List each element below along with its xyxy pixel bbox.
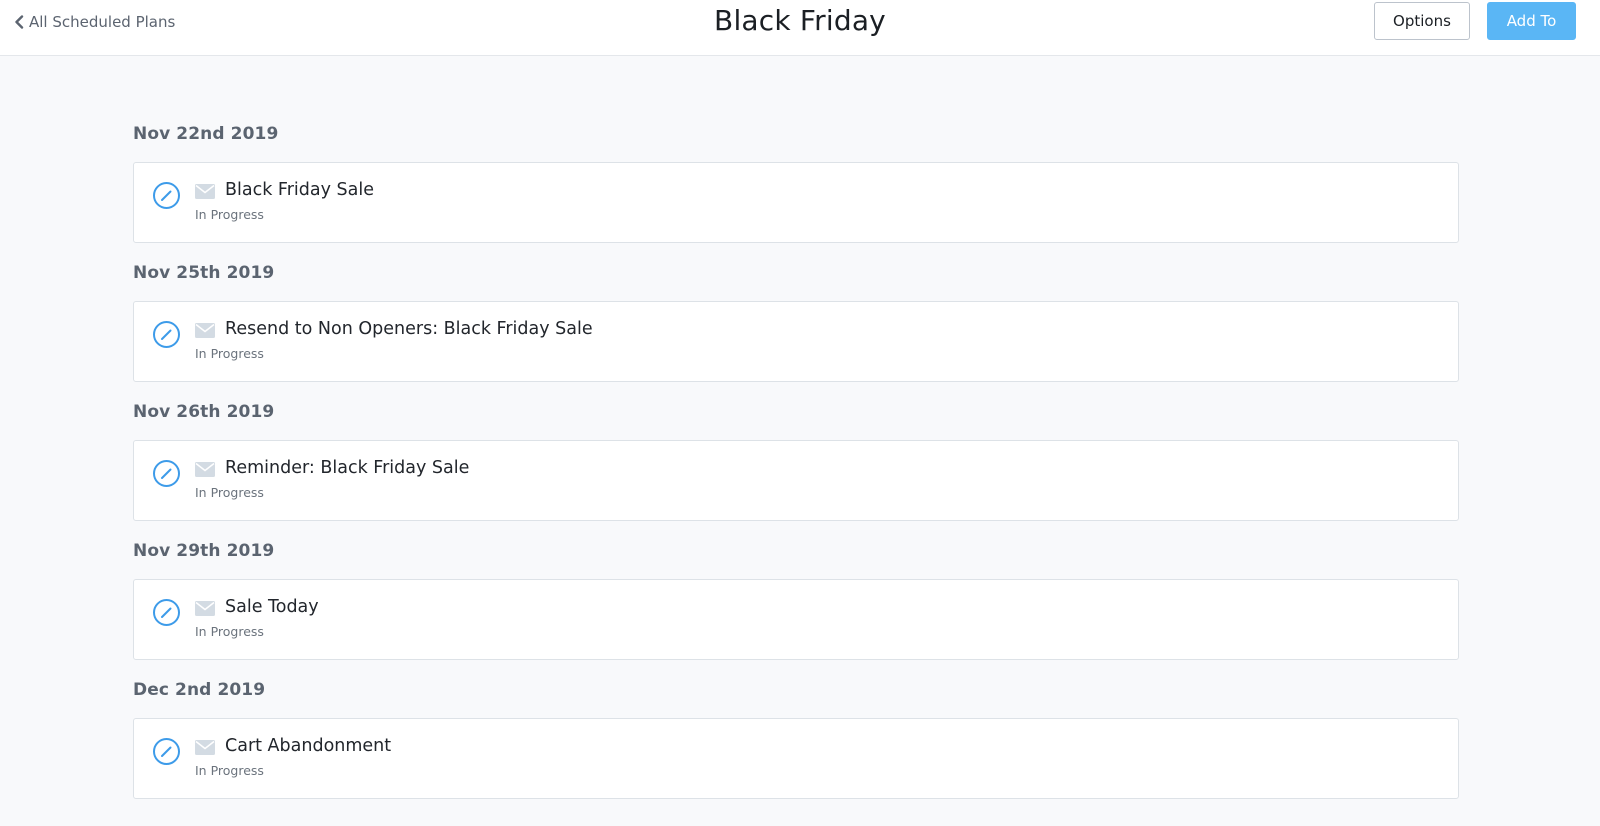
date-heading: Nov 26th 2019: [133, 402, 275, 422]
chevron-left-icon: [14, 15, 24, 29]
plan-title: Resend to Non Openers: Black Friday Sale: [225, 319, 593, 339]
top-bar: All Scheduled Plans Black Friday Options…: [0, 0, 1600, 56]
envelope-icon: [195, 462, 215, 477]
plan-status: In Progress: [195, 346, 264, 361]
plan-card[interactable]: Black Friday Sale In Progress: [133, 162, 1459, 243]
plan-title: Sale Today: [225, 597, 319, 617]
plan-card[interactable]: Sale Today In Progress: [133, 579, 1459, 660]
date-group: Nov 29th 2019 Sale Today In Progress: [133, 541, 1459, 660]
plan-status: In Progress: [195, 485, 264, 500]
plan-status: In Progress: [195, 624, 264, 639]
envelope-icon: [195, 740, 215, 755]
date-group: Nov 25th 2019 Resend to Non Openers: Bla…: [133, 263, 1459, 382]
plan-card[interactable]: Resend to Non Openers: Black Friday Sale…: [133, 301, 1459, 382]
add-to-button[interactable]: Add To: [1487, 2, 1576, 40]
date-heading: Nov 22nd 2019: [133, 124, 279, 144]
back-link-label: All Scheduled Plans: [29, 13, 176, 31]
date-group: Nov 26th 2019 Reminder: Black Friday Sal…: [133, 402, 1459, 521]
plan-title: Reminder: Black Friday Sale: [225, 458, 470, 478]
date-group: Dec 2nd 2019 Cart Abandonment In Progres…: [133, 680, 1459, 799]
edit-icon[interactable]: [152, 181, 181, 210]
options-button[interactable]: Options: [1374, 2, 1470, 40]
plan-status: In Progress: [195, 207, 264, 222]
envelope-icon: [195, 184, 215, 199]
scheduled-plan-list: Nov 22nd 2019 Black Friday Sale In Progr…: [133, 124, 1459, 819]
edit-icon[interactable]: [152, 598, 181, 627]
page-title: Black Friday: [714, 4, 886, 37]
edit-icon[interactable]: [152, 320, 181, 349]
envelope-icon: [195, 323, 215, 338]
date-heading: Nov 29th 2019: [133, 541, 275, 561]
plan-title: Black Friday Sale: [225, 180, 374, 200]
plan-card[interactable]: Cart Abandonment In Progress: [133, 718, 1459, 799]
date-heading: Dec 2nd 2019: [133, 680, 266, 700]
date-group: Nov 22nd 2019 Black Friday Sale In Progr…: [133, 124, 1459, 243]
plan-card[interactable]: Reminder: Black Friday Sale In Progress: [133, 440, 1459, 521]
envelope-icon: [195, 601, 215, 616]
back-to-scheduled-plans-link[interactable]: All Scheduled Plans: [14, 11, 175, 33]
edit-icon[interactable]: [152, 737, 181, 766]
plan-status: In Progress: [195, 763, 264, 778]
edit-icon[interactable]: [152, 459, 181, 488]
date-heading: Nov 25th 2019: [133, 263, 275, 283]
plan-title: Cart Abandonment: [225, 736, 392, 756]
